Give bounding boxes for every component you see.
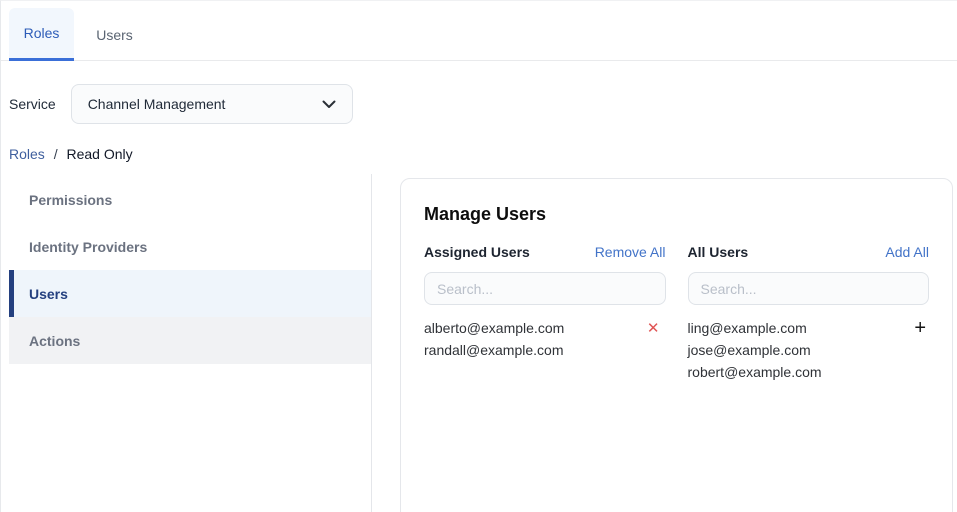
service-select[interactable]: Channel Management <box>70 84 353 124</box>
sidebar-item-label: Actions <box>29 332 81 349</box>
sidebar-item-label: Users <box>29 285 68 302</box>
user-columns: Assigned Users Remove All alberto@exampl… <box>424 242 929 383</box>
list-item: ling@example.com + <box>688 317 930 339</box>
list-item: randall@example.com <box>424 339 666 361</box>
all-users-heading: All Users <box>687 244 749 260</box>
manage-users-panel: Manage Users Assigned Users Remove All a… <box>400 178 953 512</box>
user-email: ling@example.com <box>687 320 807 336</box>
breadcrumb-separator: / <box>53 146 58 162</box>
list-item: robert@example.com <box>688 361 930 383</box>
tab-roles-label: Roles <box>23 25 60 41</box>
breadcrumb-current: Read Only <box>66 146 133 162</box>
sidebar-item-identity-providers[interactable]: Identity Providers <box>9 223 371 270</box>
remove-user-icon[interactable]: ✕ <box>647 321 660 336</box>
add-all-button[interactable]: Add All <box>885 244 929 260</box>
app-window: Roles Users Service Channel Management R… <box>0 0 957 512</box>
sidebar-item-label: Permissions <box>29 191 113 208</box>
page-title: Manage Users <box>424 204 547 224</box>
user-email: jose@example.com <box>687 342 811 358</box>
sidebar-item-actions[interactable]: Actions <box>9 317 371 364</box>
assigned-users-column: Assigned Users Remove All alberto@exampl… <box>424 242 666 383</box>
sidebar-item-users[interactable]: Users <box>9 270 371 317</box>
sidebar-item-label: Identity Providers <box>29 238 148 255</box>
all-users-search-input[interactable] <box>687 272 929 305</box>
chevron-down-icon <box>322 96 336 112</box>
user-email: alberto@example.com <box>424 320 565 336</box>
tab-users[interactable]: Users <box>82 8 147 61</box>
service-select-value: Channel Management <box>87 96 226 112</box>
add-user-icon[interactable]: + <box>914 318 926 338</box>
user-email: randall@example.com <box>424 342 564 358</box>
tab-roles[interactable]: Roles <box>9 8 74 61</box>
breadcrumb: Roles / Read Only <box>9 144 957 164</box>
assigned-users-list: alberto@example.com ✕ randall@example.co… <box>424 317 666 361</box>
assigned-users-header: Assigned Users Remove All <box>424 242 666 262</box>
assigned-users-heading: Assigned Users <box>424 244 530 260</box>
breadcrumb-roles-link[interactable]: Roles <box>9 146 45 162</box>
top-tab-bar: Roles Users <box>1 1 957 61</box>
sidebar-item-permissions[interactable]: Permissions <box>9 176 371 223</box>
user-email: robert@example.com <box>687 364 822 380</box>
tab-users-label: Users <box>96 26 133 43</box>
role-sidebar: Permissions Identity Providers Users Act… <box>1 174 372 512</box>
list-item: jose@example.com <box>688 339 930 361</box>
remove-all-button[interactable]: Remove All <box>595 244 666 260</box>
content-area: Permissions Identity Providers Users Act… <box>1 174 957 512</box>
all-users-list: ling@example.com + jose@example.com robe… <box>688 317 930 383</box>
assigned-users-search-input[interactable] <box>424 272 666 305</box>
all-users-column: All Users Add All ling@example.com + jos… <box>687 242 930 383</box>
all-users-header: All Users Add All <box>688 242 930 262</box>
service-label: Service <box>9 96 56 112</box>
list-item: alberto@example.com ✕ <box>424 317 666 339</box>
service-row: Service Channel Management <box>9 84 957 124</box>
